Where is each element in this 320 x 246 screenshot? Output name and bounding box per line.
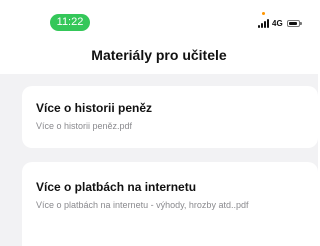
signal-icon — [258, 12, 270, 28]
page-title: Materiály pro učitele — [91, 47, 227, 63]
materials-list: Více o historii peněz Více o historii pe… — [0, 74, 318, 246]
status-indicators: 4G — [258, 12, 302, 29]
status-bar: 11:22 4G — [0, 0, 318, 36]
status-time: 11:22 — [50, 14, 90, 31]
material-file-name: Více o platbách na internetu - výhody, h… — [36, 200, 249, 210]
material-file-name: Více o historii peněz.pdf — [36, 121, 133, 131]
material-card-history[interactable]: Více o historii peněz Více o historii pe… — [22, 86, 318, 148]
battery-icon — [286, 19, 302, 27]
material-title: Více o historii peněz — [36, 101, 153, 115]
location-dot-icon — [262, 12, 265, 15]
material-title: Více o platbách na internetu — [36, 180, 197, 194]
network-type: 4G — [272, 18, 283, 28]
material-card-internet-payments[interactable]: Více o platbách na internetu Více o plat… — [22, 162, 318, 246]
navigation-header: Materiály pro učitele — [0, 36, 318, 74]
